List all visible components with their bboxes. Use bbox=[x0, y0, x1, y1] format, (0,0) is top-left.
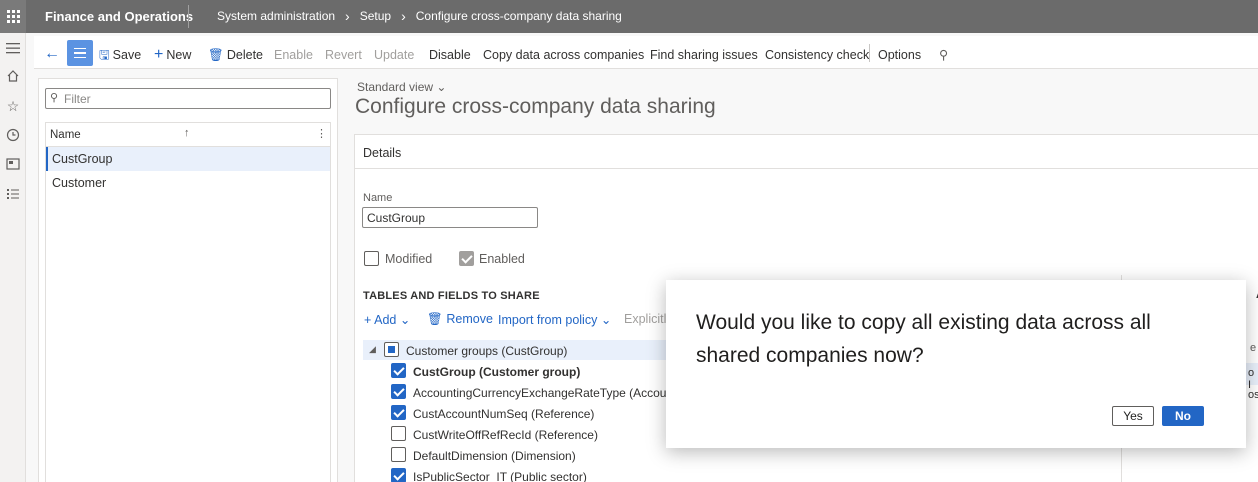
disable-button[interactable]: Disable bbox=[429, 36, 471, 74]
home-icon[interactable] bbox=[5, 69, 21, 85]
name-label: Name bbox=[363, 192, 393, 204]
tree-field-checkbox[interactable] bbox=[391, 447, 406, 462]
breadcrumb: System administration › Setup › Configur… bbox=[217, 0, 622, 33]
trash-icon: 🗑 bbox=[208, 48, 224, 62]
save-icon: 🖫 bbox=[99, 48, 110, 62]
section-title: TABLES AND FIELDS TO SHARE bbox=[363, 290, 540, 302]
tree-field-checkbox[interactable] bbox=[391, 426, 406, 441]
search-icon: ⚲ bbox=[50, 92, 59, 104]
tree-root-label[interactable]: Customer groups (CustGroup) bbox=[406, 344, 567, 358]
enable-button[interactable]: Enable bbox=[274, 36, 313, 74]
chevron-down-icon: ⌄ bbox=[399, 313, 411, 327]
breadcrumb-system-administration[interactable]: System administration bbox=[217, 0, 335, 33]
consistency-check-button[interactable]: Consistency check bbox=[765, 36, 869, 74]
dialog-message: Would you like to copy all existing data… bbox=[696, 311, 1151, 367]
find-sharing-issues-button[interactable]: Find sharing issues bbox=[650, 36, 758, 74]
divider bbox=[355, 168, 1258, 169]
page-title: Configure cross-company data sharing bbox=[355, 95, 716, 118]
plus-icon: + bbox=[364, 313, 372, 327]
enabled-label: Enabled bbox=[479, 252, 525, 266]
options-tab[interactable]: Options bbox=[878, 36, 921, 74]
name-field[interactable] bbox=[362, 207, 538, 228]
collapse-triangle-icon[interactable]: ◢ bbox=[369, 344, 376, 355]
clock-icon[interactable] bbox=[5, 128, 21, 144]
list-item[interactable]: Customer bbox=[46, 171, 330, 195]
trash-icon: 🗑 bbox=[427, 312, 443, 326]
no-button[interactable]: No bbox=[1162, 406, 1204, 426]
filter-input[interactable] bbox=[64, 90, 324, 107]
right-pane-row[interactable]: ose bbox=[1248, 389, 1258, 401]
delete-button[interactable]: 🗑 Delete bbox=[208, 36, 263, 74]
yes-button[interactable]: Yes bbox=[1112, 406, 1154, 426]
tree-field-label[interactable]: CustWriteOffRefRecId (Reference) bbox=[413, 428, 598, 442]
list-icon[interactable] bbox=[5, 187, 21, 203]
details-header[interactable]: Details bbox=[363, 146, 401, 160]
back-arrow-icon[interactable]: ← bbox=[44, 45, 60, 63]
tree-root-checkbox[interactable] bbox=[384, 342, 399, 357]
action-pane-divider bbox=[869, 44, 870, 62]
tree-field-checkbox[interactable] bbox=[391, 468, 406, 482]
app-title[interactable]: Finance and Operations bbox=[45, 0, 193, 33]
chevron-right-icon: › bbox=[401, 8, 406, 24]
modified-checkbox[interactable] bbox=[364, 251, 379, 266]
update-button[interactable]: Update bbox=[374, 36, 414, 74]
list-panel: ⚲ Name ↑ ⋮ CustGroup Customer bbox=[38, 78, 338, 482]
tree-field-label[interactable]: CustAccountNumSeq (Reference) bbox=[413, 407, 594, 421]
tree-field-label[interactable]: CustGroup (Customer group) bbox=[413, 365, 580, 379]
top-bar: Finance and Operations System administra… bbox=[0, 0, 1258, 33]
import-from-policy-button[interactable]: Import from policy ⌄ bbox=[498, 312, 611, 327]
tree-field-label[interactable]: IsPublicSector_IT (Public sector) bbox=[413, 470, 587, 482]
enabled-checkbox[interactable] bbox=[459, 251, 474, 266]
tree-field-checkbox[interactable] bbox=[391, 384, 406, 399]
revert-button[interactable]: Revert bbox=[325, 36, 362, 74]
list-header: Name ↑ ⋮ bbox=[46, 123, 330, 147]
navigation-rail: ☆ bbox=[0, 33, 26, 482]
modified-label: Modified bbox=[385, 252, 433, 266]
filter-box: ⚲ bbox=[45, 88, 331, 109]
list-grid: Name ↑ ⋮ CustGroup Customer bbox=[45, 122, 331, 482]
view-selector[interactable]: Standard view ⌄ bbox=[357, 80, 446, 94]
action-menu-button[interactable] bbox=[67, 40, 93, 66]
tree-field-checkbox[interactable] bbox=[391, 363, 406, 378]
chevron-down-icon: ⌄ bbox=[436, 80, 447, 94]
right-pane-label: e bbox=[1250, 342, 1257, 354]
remove-button[interactable]: 🗑 Remove bbox=[427, 312, 493, 327]
plus-icon: + bbox=[154, 46, 164, 63]
chevron-down-icon: ⌄ bbox=[600, 313, 612, 327]
confirm-dialog: Would you like to copy all existing data… bbox=[666, 280, 1246, 448]
star-icon[interactable]: ☆ bbox=[5, 98, 21, 114]
waffle-icon[interactable] bbox=[0, 0, 26, 33]
list-item[interactable]: CustGroup bbox=[46, 147, 330, 171]
right-pane-row[interactable]: o I bbox=[1248, 367, 1258, 391]
hamburger-icon[interactable] bbox=[5, 41, 21, 57]
save-button[interactable]: 🖫 Save bbox=[99, 36, 141, 74]
column-header-name[interactable]: Name bbox=[50, 129, 81, 141]
chevron-right-icon: › bbox=[345, 8, 350, 24]
add-button[interactable]: + Add ⌄ bbox=[364, 312, 410, 327]
new-button[interactable]: + New bbox=[154, 36, 191, 74]
tree-field-label[interactable]: AccountingCurrencyExchangeRateType (Acco… bbox=[413, 386, 676, 400]
action-pane: ← 🖫 Save + New 🗑 Delete Enable Revert Updat… bbox=[34, 36, 1258, 69]
breadcrumb-setup[interactable]: Setup bbox=[360, 0, 391, 33]
tree-field-label[interactable]: DefaultDimension (Dimension) bbox=[413, 449, 576, 463]
search-icon[interactable]: ⚲ bbox=[939, 36, 948, 74]
breadcrumb-current-page[interactable]: Configure cross-company data sharing bbox=[416, 0, 622, 33]
copy-data-across-companies-button[interactable]: Copy data across companies bbox=[483, 36, 644, 74]
sort-ascending-icon[interactable]: ↑ bbox=[184, 127, 190, 139]
topbar-divider bbox=[188, 5, 189, 28]
workspaces-icon[interactable] bbox=[5, 157, 21, 173]
more-options-icon[interactable]: ⋮ bbox=[316, 127, 327, 140]
tree-field-checkbox[interactable] bbox=[391, 405, 406, 420]
